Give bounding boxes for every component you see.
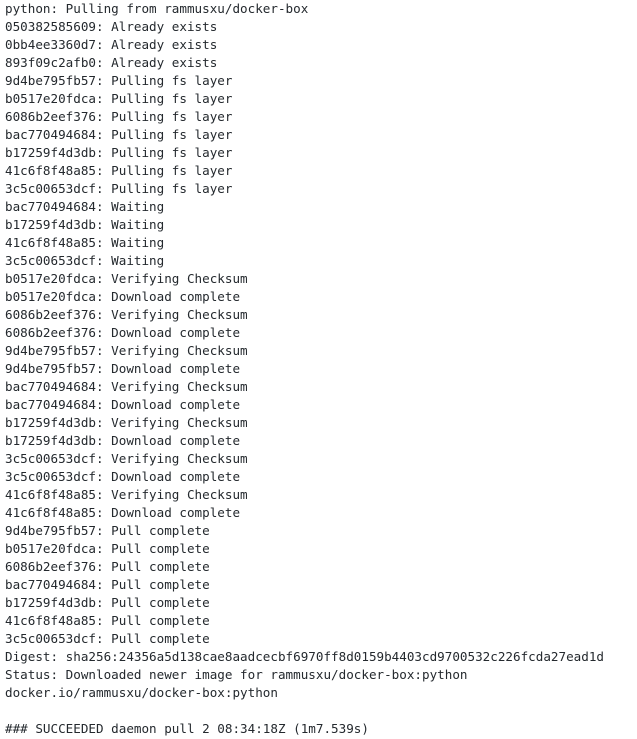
log-line: 3c5c00653dcf: Pulling fs layer [5,181,233,196]
log-line: 6086b2eef376: Pulling fs layer [5,109,233,124]
log-line: 6086b2eef376: Pull complete [5,559,210,574]
log-line: bac770494684: Verifying Checksum [5,379,248,394]
summary-line: ### SUCCEEDED daemon pull 2 08:34:18Z (1… [5,721,369,736]
log-line: 3c5c00653dcf: Verifying Checksum [5,451,248,466]
log-line: 6086b2eef376: Verifying Checksum [5,307,248,322]
status-line: Status: Downloaded newer image for rammu… [5,667,468,682]
log-line: bac770494684: Pull complete [5,577,210,592]
log-line: bac770494684: Waiting [5,199,165,214]
log-line: b17259f4d3db: Download complete [5,433,241,448]
log-line: bac770494684: Pulling fs layer [5,127,233,142]
terminal-output: python: Pulling from rammusxu/docker-box… [0,0,637,739]
log-line: 41c6f8f48a85: Pulling fs layer [5,163,233,178]
log-line: b0517e20fdca: Download complete [5,289,241,304]
log-line: b17259f4d3db: Waiting [5,217,165,232]
log-line: b0517e20fdca: Pull complete [5,541,210,556]
log-line: 9d4be795fb57: Verifying Checksum [5,343,248,358]
image-reference-line: docker.io/rammusxu/docker-box:python [5,685,278,700]
log-line: 41c6f8f48a85: Verifying Checksum [5,487,248,502]
log-line: bac770494684: Download complete [5,397,241,412]
log-line: b0517e20fdca: Pulling fs layer [5,91,233,106]
log-line: 3c5c00653dcf: Waiting [5,253,165,268]
log-line: python: Pulling from rammusxu/docker-box [5,1,309,16]
log-line: 893f09c2afb0: Already exists [5,55,218,70]
log-lines: python: Pulling from rammusxu/docker-box… [5,0,637,702]
log-line: 9d4be795fb57: Pull complete [5,523,210,538]
log-line: 050382585609: Already exists [5,19,218,34]
log-line: b17259f4d3db: Verifying Checksum [5,415,248,430]
digest-line: Digest: sha256:24356a5d138cae8aadcecbf69… [5,649,604,664]
log-line: b17259f4d3db: Pull complete [5,595,210,610]
log-line: 41c6f8f48a85: Waiting [5,235,165,250]
log-line: 3c5c00653dcf: Download complete [5,469,241,484]
log-line: 9d4be795fb57: Pulling fs layer [5,73,233,88]
log-line: b17259f4d3db: Pulling fs layer [5,145,233,160]
log-line: 9d4be795fb57: Download complete [5,361,241,376]
log-line: 41c6f8f48a85: Pull complete [5,613,210,628]
log-line: 3c5c00653dcf: Pull complete [5,631,210,646]
log-line: 41c6f8f48a85: Download complete [5,505,241,520]
log-line: 6086b2eef376: Download complete [5,325,241,340]
log-line: b0517e20fdca: Verifying Checksum [5,271,248,286]
log-line: 0bb4ee3360d7: Already exists [5,37,218,52]
